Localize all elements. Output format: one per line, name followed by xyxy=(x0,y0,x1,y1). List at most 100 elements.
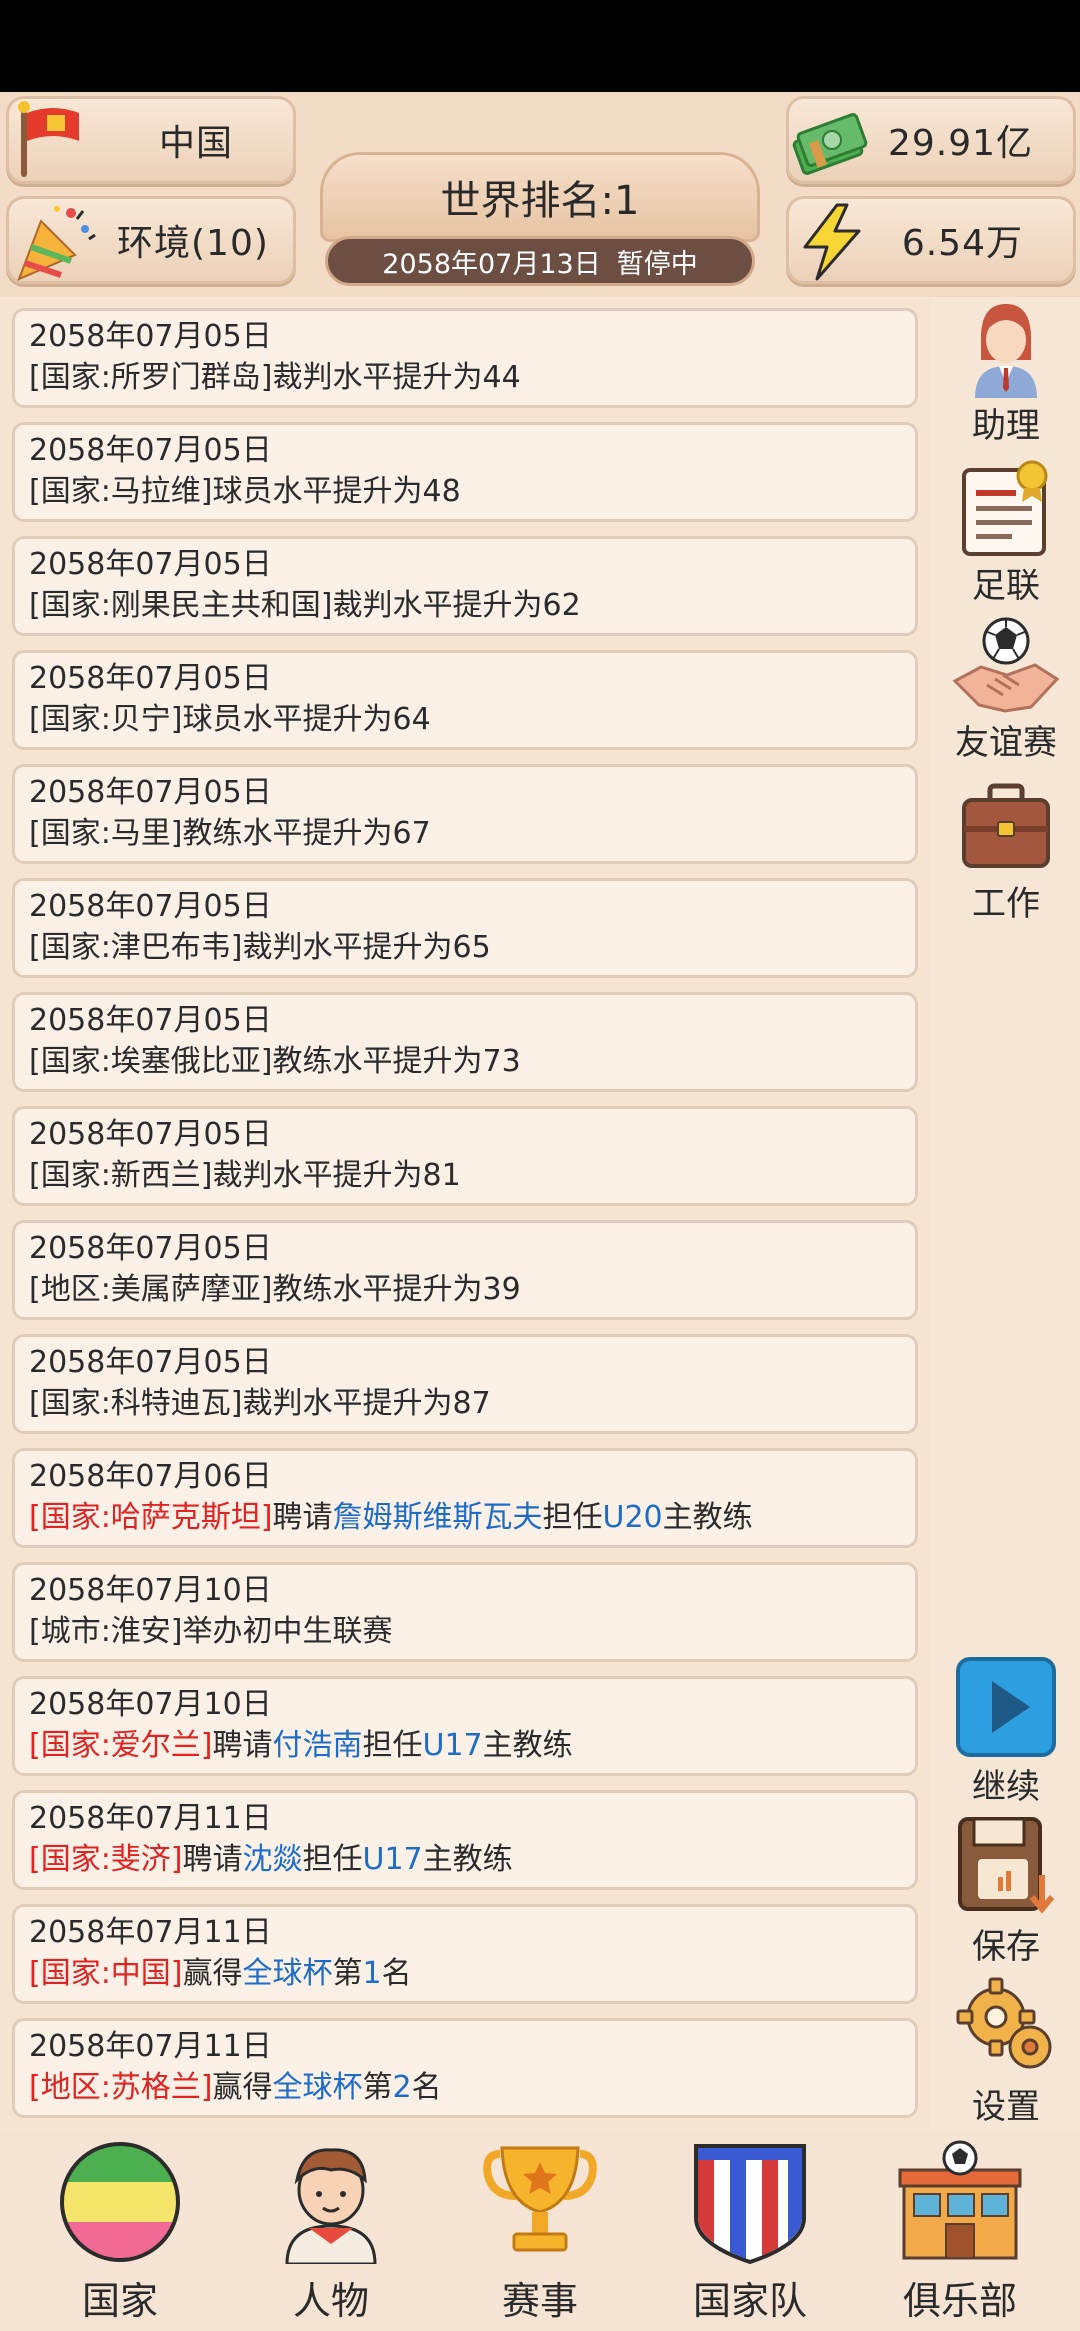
news-date: 2058年07月11日 xyxy=(29,1915,272,1950)
nav-club[interactable]: 俱乐部 xyxy=(875,2140,1045,2325)
federation-button[interactable]: 足联 xyxy=(936,458,1076,607)
energy-value: 6.54万 xyxy=(901,223,1023,264)
news-subject: [地区:苏格兰] xyxy=(29,2070,213,2105)
news-highlight: 付浩南 xyxy=(272,1728,363,1763)
news-message: [国家:爱尔兰]聘请付浩南担任U17主教练 xyxy=(29,1725,903,1767)
news-text: [城市:淮安]举办初中生联赛 xyxy=(29,1614,393,1649)
work-button[interactable]: 工作 xyxy=(936,780,1076,925)
news-item: 2058年07月05日 [国家:刚果民主共和国]裁判水平提升为62 xyxy=(12,536,918,636)
news-subject: [国家:爱尔兰] xyxy=(29,1728,213,1763)
save-icon xyxy=(958,1817,1055,1914)
country-box[interactable]: 中国 xyxy=(6,96,296,184)
friendly-match-button[interactable]: 友谊赛 xyxy=(936,615,1076,764)
nav-people[interactable]: 人物 xyxy=(246,2140,416,2325)
news-message: [国家:马拉维]球员水平提升为48 xyxy=(29,471,903,513)
money-icon xyxy=(792,113,868,175)
news-highlight: 全球杯 xyxy=(242,1956,333,1991)
news-item: 2058年07月11日 [国家:中国]赢得全球杯第1名 xyxy=(12,1904,918,2004)
nav-people-label: 人物 xyxy=(292,2279,369,2323)
play-icon xyxy=(956,1657,1056,1757)
nav-country-label: 国家 xyxy=(81,2279,158,2323)
federation-label: 足联 xyxy=(972,566,1040,606)
news-text: 第 xyxy=(332,1956,363,1991)
news-text: [国家:马拉维]球员水平提升为48 xyxy=(29,474,461,509)
nav-national-team[interactable]: 国家队 xyxy=(665,2140,835,2325)
date-status-bar: 2058年07月13日 暂停中 xyxy=(325,236,755,286)
news-date: 2058年07月10日 xyxy=(29,1573,272,1608)
news-item: 2058年07月05日 [国家:津巴布韦]裁判水平提升为65 xyxy=(12,878,918,978)
news-date: 2058年07月05日 xyxy=(29,661,272,696)
news-message: [国家:贝宁]球员水平提升为64 xyxy=(29,699,903,741)
news-item: 2058年07月05日 [地区:美属萨摩亚]教练水平提升为39 xyxy=(12,1220,918,1320)
news-highlight: 1 xyxy=(362,1956,382,1991)
news-message: [国家:埃塞俄比亚]教练水平提升为73 xyxy=(29,1041,903,1083)
friendly-match-label: 友谊赛 xyxy=(955,723,1057,763)
flag-icon xyxy=(18,101,79,177)
nav-events[interactable]: 赛事 xyxy=(455,2140,625,2325)
news-message: [国家:津巴布韦]裁判水平提升为65 xyxy=(29,927,903,969)
news-date: 2058年07月05日 xyxy=(29,319,272,354)
settings-button[interactable]: 设置 xyxy=(936,1975,1076,2128)
news-text: [国家:津巴布韦]裁判水平提升为65 xyxy=(29,930,491,965)
nav-country[interactable]: 国家 xyxy=(35,2140,205,2325)
news-text: 担任 xyxy=(302,1842,363,1877)
news-highlight: U20 xyxy=(602,1500,663,1535)
continue-button[interactable]: 继续 xyxy=(936,1655,1076,1808)
news-feed[interactable]: 2058年07月05日 [国家:所罗门群岛]裁判水平提升为44 2058年07月05… xyxy=(0,298,930,2128)
news-item: 2058年07月10日 [城市:淮安]举办初中生联赛 xyxy=(12,1562,918,1662)
news-subject: [国家:斐济] xyxy=(29,1842,183,1877)
news-item: 2058年07月05日 [国家:马里]教练水平提升为67 xyxy=(12,764,918,864)
status-bar xyxy=(0,0,1080,92)
news-subject: [国家:哈萨克斯坦] xyxy=(29,1500,273,1535)
news-highlight: 沈燚 xyxy=(242,1842,303,1877)
news-highlight: 2 xyxy=(392,2070,412,2105)
news-message: [国家:所罗门群岛]裁判水平提升为44 xyxy=(29,357,903,399)
news-text: [地区:美属萨摩亚]教练水平提升为39 xyxy=(29,1272,521,1307)
world-rank-panel: 世界排名:1 2058年07月13日 暂停中 xyxy=(320,152,760,287)
news-text: 聘请 xyxy=(272,1500,333,1535)
national-team-icon xyxy=(694,2144,806,2264)
news-item: 2058年07月05日 [国家:埃塞俄比亚]教练水平提升为73 xyxy=(12,992,918,1092)
news-message: [国家:斐济]聘请沈燚担任U17主教练 xyxy=(29,1839,903,1881)
energy-box[interactable]: 6.54万 xyxy=(786,196,1076,284)
world-rank-banner: 世界排名:1 xyxy=(320,152,760,242)
news-text: [国家:新西兰]裁判水平提升为81 xyxy=(29,1158,461,1193)
news-date: 2058年07月11日 xyxy=(29,2029,272,2064)
environment-box[interactable]: 环境(10) xyxy=(6,196,296,284)
news-text: [国家:所罗门群岛]裁判水平提升为44 xyxy=(29,360,521,395)
people-icon xyxy=(285,2148,377,2264)
news-date: 2058年07月05日 xyxy=(29,889,272,924)
news-text: 担任 xyxy=(362,1728,423,1763)
news-highlight: 詹姆斯维斯瓦夫 xyxy=(332,1500,543,1535)
party-popper-icon xyxy=(17,206,96,281)
assistant-label: 助理 xyxy=(972,406,1040,446)
news-message: [国家:马里]教练水平提升为67 xyxy=(29,813,903,855)
news-text: 担任 xyxy=(542,1500,603,1535)
lightning-icon xyxy=(803,203,861,281)
world-rank: 世界排名:1 xyxy=(440,178,640,224)
news-text: [国家:贝宁]球员水平提升为64 xyxy=(29,702,431,737)
news-text: 聘请 xyxy=(182,1842,243,1877)
news-message: [城市:淮安]举办初中生联赛 xyxy=(29,1611,903,1653)
money-box[interactable]: 29.91亿 xyxy=(786,96,1076,184)
news-item: 2058年07月05日 [国家:贝宁]球员水平提升为64 xyxy=(12,650,918,750)
news-date: 2058年07月05日 xyxy=(29,1117,272,1152)
trophy-icon xyxy=(483,2146,597,2252)
news-text: 主教练 xyxy=(482,1728,573,1763)
news-message: [国家:中国]赢得全球杯第1名 xyxy=(29,1953,903,1995)
briefcase-icon xyxy=(962,783,1050,868)
news-date: 2058年07月05日 xyxy=(29,433,272,468)
save-button[interactable]: 保存 xyxy=(936,1815,1076,1968)
news-item: 2058年07月05日 [国家:所罗门群岛]裁判水平提升为44 xyxy=(12,308,918,408)
settings-icon xyxy=(956,1977,1052,2069)
news-message: [国家:科特迪瓦]裁判水平提升为87 xyxy=(29,1383,903,1425)
news-message: [地区:美属萨摩亚]教练水平提升为39 xyxy=(29,1269,903,1311)
country-icon xyxy=(60,2142,180,2262)
news-highlight: U17 xyxy=(422,1728,483,1763)
news-text: 名 xyxy=(381,1956,412,1991)
news-text: [国家:埃塞俄比亚]教练水平提升为73 xyxy=(29,1044,521,1079)
handshake-icon xyxy=(952,617,1060,713)
news-item: 2058年07月05日 [国家:科特迪瓦]裁判水平提升为87 xyxy=(12,1334,918,1434)
environment-label: 环境(10) xyxy=(117,223,269,264)
assistant-button[interactable]: 助理 xyxy=(936,298,1076,447)
